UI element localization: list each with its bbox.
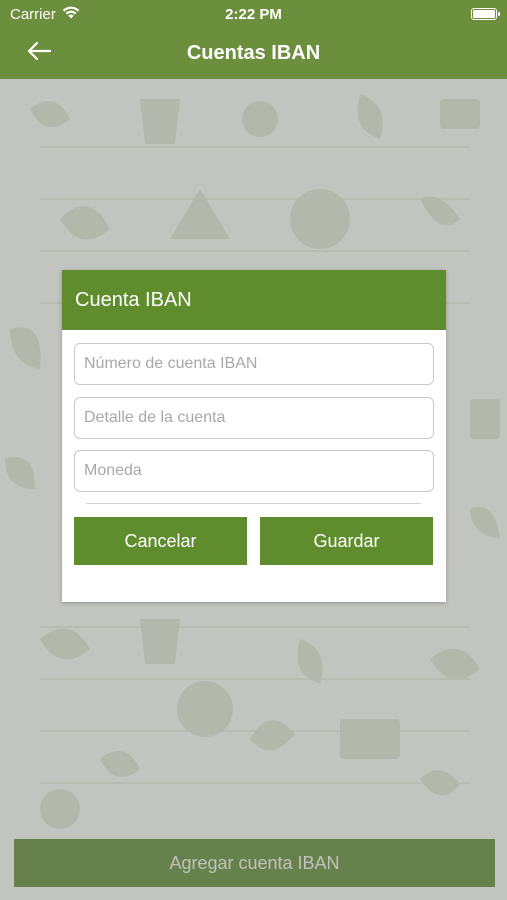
navigation-bar: Cuentas IBAN xyxy=(0,28,507,79)
currency-input[interactable] xyxy=(74,450,434,492)
account-detail-input[interactable] xyxy=(74,397,434,439)
carrier-label: Carrier xyxy=(10,5,56,23)
arrow-left-icon xyxy=(26,41,52,66)
dialog-header: Cuenta IBAN xyxy=(62,270,446,330)
cancel-button[interactable]: Cancelar xyxy=(74,517,247,565)
save-button[interactable]: Guardar xyxy=(260,517,433,565)
dialog-title: Cuenta IBAN xyxy=(75,288,192,311)
page-title: Cuentas IBAN xyxy=(186,42,321,64)
battery-full-icon xyxy=(471,8,500,20)
wifi-icon xyxy=(62,6,80,23)
status-bar: Carrier 2:22 PM xyxy=(0,0,507,28)
iban-account-dialog: Cuenta IBAN Cancelar Guardar xyxy=(62,270,446,602)
back-button[interactable] xyxy=(22,38,56,68)
iban-number-input[interactable] xyxy=(74,343,434,385)
divider xyxy=(86,503,421,504)
status-left: Carrier xyxy=(10,6,80,23)
